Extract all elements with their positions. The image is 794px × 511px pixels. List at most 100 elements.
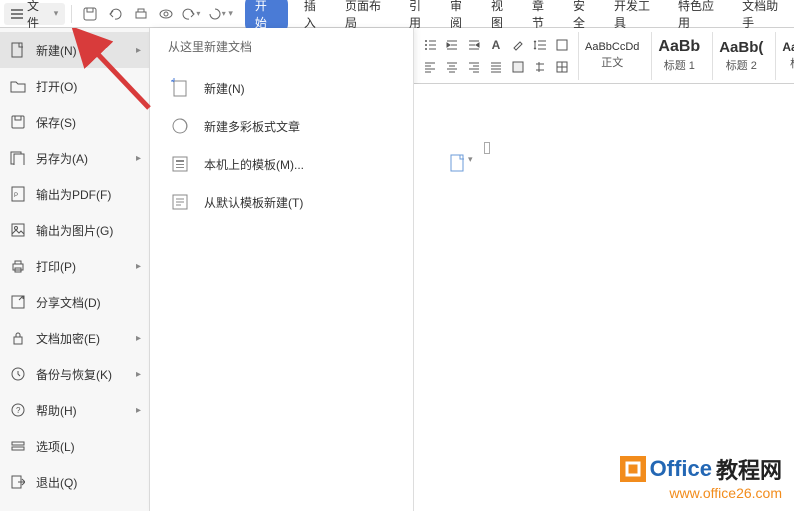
top-toolbar: 文件 ▾ ▾ ▾ ▾ 开始 插入 页面布局 引用 审阅 视图 章节 安全 开发工…: [0, 0, 794, 28]
menu-options[interactable]: 选项(L): [0, 428, 149, 464]
logo-icon: [620, 456, 646, 482]
menu-export-pdf[interactable]: P 输出为PDF(F): [0, 176, 149, 212]
text-color-icon[interactable]: A: [486, 35, 506, 55]
paragraph-group: A: [420, 35, 572, 77]
more-icon[interactable]: ▾: [205, 3, 228, 25]
ribbon-bar: A AaBbCcDd 正文 AaBb 标题 1 AaBb( 标题 2 AaBbC…: [414, 28, 794, 84]
save-icon: [10, 114, 26, 130]
menu-label: 保存(S): [36, 114, 76, 131]
chevron-right-icon: ▸: [136, 405, 141, 416]
document-area: ▾: [414, 84, 794, 511]
preview-icon[interactable]: [154, 3, 177, 25]
submenu-label: 新建多彩板式文章: [204, 118, 300, 135]
menu-save-as[interactable]: 另存为(A) ▸: [0, 140, 149, 176]
exit-icon: [10, 474, 26, 490]
line-spacing-icon[interactable]: [530, 35, 550, 55]
highlight-icon[interactable]: [508, 35, 528, 55]
print-icon: [10, 258, 26, 274]
new-submenu-panel: 从这里新建文档 新建(N) 新建多彩板式文章 本机上的模板(M)... 从默认模…: [150, 28, 414, 511]
indent-right-icon[interactable]: [464, 35, 484, 55]
options-icon: [10, 438, 26, 454]
file-menu-button[interactable]: 文件 ▾: [4, 3, 65, 25]
chevron-right-icon: ▸: [136, 153, 141, 164]
menu-label: 新建(N): [36, 42, 77, 59]
menu-label: 另存为(A): [36, 150, 88, 167]
new-doc-icon: [10, 42, 26, 58]
hamburger-icon: [11, 9, 23, 19]
help-icon: ?: [10, 402, 26, 418]
submenu-new-color[interactable]: 新建多彩板式文章: [164, 107, 399, 145]
style-h1[interactable]: AaBb 标题 1: [651, 32, 706, 80]
menu-print[interactable]: 打印(P) ▸: [0, 248, 149, 284]
menu-label: 备份与恢复(K): [36, 366, 112, 383]
menu-label: 打印(P): [36, 258, 76, 275]
menu-open[interactable]: 打开(O): [0, 68, 149, 104]
submenu-label: 新建(N): [204, 80, 245, 97]
watermark-title-blue: Office: [650, 456, 712, 482]
menu-backup[interactable]: 备份与恢复(K) ▸: [0, 356, 149, 392]
submenu-new[interactable]: 新建(N): [164, 69, 399, 107]
menu-export-img[interactable]: 输出为图片(G): [0, 212, 149, 248]
style-preview: AaBb(: [719, 39, 763, 56]
borders-icon[interactable]: [552, 57, 572, 77]
chevron-down-icon: ▾: [54, 8, 59, 19]
color-doc-icon: [170, 116, 190, 136]
print-icon[interactable]: [129, 3, 152, 25]
align-right-icon[interactable]: [464, 57, 484, 77]
bullets-icon[interactable]: [420, 35, 440, 55]
style-preview: AaBbCcDd: [585, 41, 639, 53]
chevron-right-icon: ▸: [136, 369, 141, 380]
undo-icon[interactable]: [104, 3, 127, 25]
redo-icon[interactable]: ▾: [180, 3, 203, 25]
svg-text:?: ?: [16, 406, 21, 415]
submenu-default-template[interactable]: 从默认模板新建(T): [164, 183, 399, 221]
style-h2[interactable]: AaBb( 标题 2: [712, 32, 769, 80]
backup-icon: [10, 366, 26, 382]
chevron-right-icon: ▸: [136, 45, 141, 56]
chevron-right-icon: ▸: [136, 333, 141, 344]
menu-label: 打开(O): [36, 78, 77, 95]
folder-icon: [10, 78, 26, 94]
style-label: 正文: [601, 54, 623, 70]
svg-text:P: P: [14, 193, 18, 199]
menu-label: 输出为图片(G): [36, 222, 113, 239]
save-as-icon: [10, 150, 26, 166]
file-menu-panel: 新建(N) ▸ 打开(O) 保存(S) 另存为(A) ▸ P 输出为PDF(F)…: [0, 28, 150, 511]
align-left-icon[interactable]: [420, 57, 440, 77]
menu-help[interactable]: ? 帮助(H) ▸: [0, 392, 149, 428]
shading-icon[interactable]: [552, 35, 572, 55]
lock-icon: [10, 330, 26, 346]
style-label: 标题 2: [726, 57, 757, 73]
menu-encrypt[interactable]: 文档加密(E) ▸: [0, 320, 149, 356]
menu-exit[interactable]: 退出(Q): [0, 464, 149, 500]
submenu-title: 从这里新建文档: [168, 38, 399, 55]
indent-left-icon[interactable]: [442, 35, 462, 55]
default-template-icon: [170, 192, 190, 212]
align-justify-icon[interactable]: [486, 57, 506, 77]
align-center-icon[interactable]: [442, 57, 462, 77]
style-body[interactable]: AaBbCcDd 正文: [578, 32, 645, 80]
line-spacing2-icon[interactable]: [530, 57, 550, 77]
share-icon: [10, 294, 26, 310]
menu-label: 退出(Q): [36, 474, 77, 491]
style-h3[interactable]: AaBbCc 标题 3: [775, 32, 794, 80]
menu-label: 分享文档(D): [36, 294, 101, 311]
sparkle-doc-icon: [170, 78, 190, 98]
template-icon: [170, 154, 190, 174]
save-icon[interactable]: [78, 3, 101, 25]
menu-label: 文档加密(E): [36, 330, 100, 347]
dropdown-icon[interactable]: ▾: [228, 8, 233, 19]
menu-label: 帮助(H): [36, 402, 77, 419]
menu-new[interactable]: 新建(N) ▸: [0, 32, 149, 68]
menu-save[interactable]: 保存(S): [0, 104, 149, 140]
menu-label: 输出为PDF(F): [36, 186, 111, 203]
page-icon: [450, 154, 466, 172]
style-label: 标题 1: [664, 57, 695, 73]
distribute-icon[interactable]: [508, 57, 528, 77]
chevron-down-icon[interactable]: ▾: [468, 154, 473, 165]
submenu-label: 从默认模板新建(T): [204, 194, 303, 211]
menu-label: 选项(L): [36, 438, 75, 455]
separator: [71, 5, 72, 23]
submenu-templates[interactable]: 本机上的模板(M)...: [164, 145, 399, 183]
menu-share[interactable]: 分享文档(D): [0, 284, 149, 320]
